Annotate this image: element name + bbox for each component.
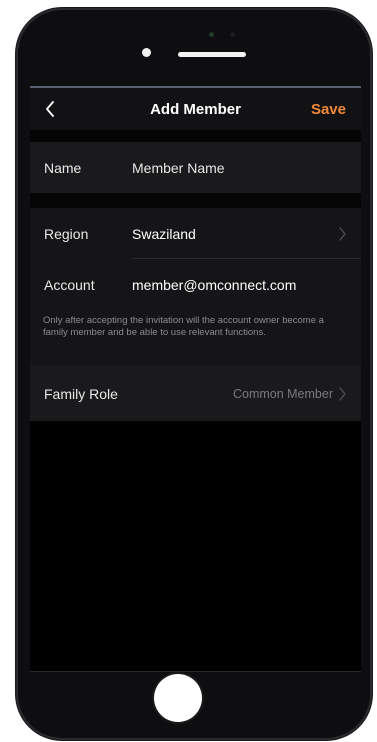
nav-bar: Add Member Save bbox=[30, 88, 361, 130]
app-screen: Add Member Save Name Member Name Region … bbox=[30, 86, 361, 671]
account-field[interactable]: member@omconnect.com bbox=[132, 277, 296, 293]
family-role-label: Family Role bbox=[44, 386, 118, 402]
region-label: Region bbox=[44, 226, 89, 242]
section-gap bbox=[30, 130, 361, 142]
screen-bottom-edge bbox=[30, 671, 361, 672]
region-row[interactable]: Region Swaziland bbox=[30, 208, 361, 258]
name-field[interactable]: Member Name bbox=[132, 160, 225, 176]
chevron-right-icon bbox=[339, 227, 346, 241]
home-button[interactable] bbox=[154, 674, 202, 722]
account-row[interactable]: Account member@omconnect.com bbox=[30, 259, 361, 309]
invitation-hint: Only after accepting the invitation will… bbox=[43, 315, 324, 338]
chevron-right-icon bbox=[339, 387, 346, 401]
save-button[interactable]: Save bbox=[311, 101, 346, 118]
account-label: Account bbox=[44, 277, 95, 293]
earpiece-speaker bbox=[178, 52, 246, 57]
name-label: Name bbox=[44, 160, 82, 176]
region-value: Swaziland bbox=[132, 226, 196, 242]
family-role-row[interactable]: Family Role Common Member bbox=[30, 366, 361, 421]
front-camera-icon bbox=[142, 48, 151, 57]
sensor-icon bbox=[230, 32, 235, 37]
camera-icon bbox=[209, 32, 214, 37]
section-gap bbox=[30, 193, 361, 208]
name-row[interactable]: Name Member Name bbox=[30, 142, 361, 193]
family-role-value: Common Member bbox=[232, 387, 333, 401]
